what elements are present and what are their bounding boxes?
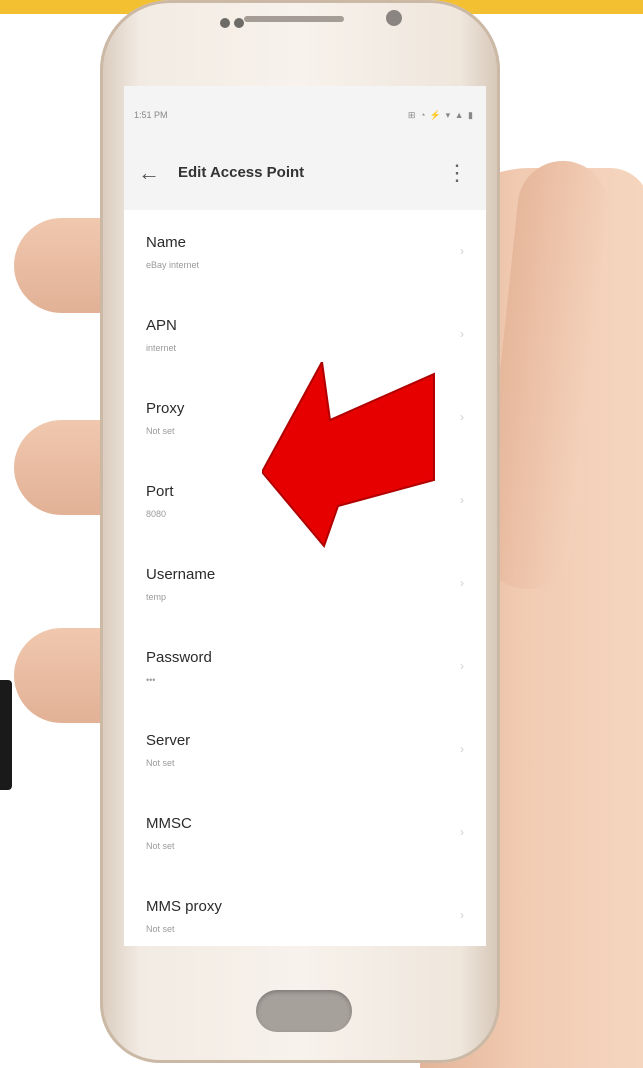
setting-mmsc[interactable]: MMSC Not set ›: [124, 791, 486, 874]
front-camera: [386, 10, 402, 26]
setting-title: Username: [146, 566, 216, 583]
setting-value: eBay internet: [146, 260, 200, 270]
chevron-right-icon: ›: [460, 244, 464, 258]
setting-title: Port: [146, 483, 174, 500]
setting-username[interactable]: Username temp ›: [124, 542, 486, 625]
partial-graphic: [0, 680, 12, 790]
setting-title: MMS proxy: [146, 898, 222, 915]
setting-title: Name: [146, 234, 187, 251]
earpiece-speaker: [244, 16, 344, 22]
status-bar: 1:51 PM ⊞ ◔ ⚡ ▾ ▲ ▮: [124, 86, 486, 138]
chevron-right-icon: ›: [460, 742, 464, 756]
overflow-menu-icon[interactable]: ⋮: [446, 158, 468, 188]
chevron-right-icon: ›: [460, 825, 464, 839]
setting-value: Not set: [146, 426, 175, 436]
setting-value: 8080: [146, 509, 167, 519]
status-icons: ⊞ ◔ ⚡ ▾ ▲ ▮: [407, 110, 474, 120]
chevron-right-icon: ›: [460, 410, 464, 424]
setting-value: •••: [146, 675, 156, 685]
setting-value: Not set: [146, 924, 175, 934]
setting-title: Password: [146, 649, 212, 666]
red-arrow-icon: [262, 362, 435, 548]
setting-mms-proxy[interactable]: MMS proxy Not set ›: [124, 874, 486, 946]
sensor-dot: [220, 18, 230, 28]
setting-title: APN: [146, 317, 177, 334]
back-arrow-icon[interactable]: ←: [138, 158, 160, 188]
sensor-dot: [234, 18, 244, 28]
setting-server[interactable]: Server Not set ›: [124, 708, 486, 791]
chevron-right-icon: ›: [460, 908, 464, 922]
setting-password[interactable]: Password ••• ›: [124, 625, 486, 708]
setting-title: Proxy: [146, 400, 185, 417]
setting-value: Not set: [146, 841, 175, 851]
setting-value: temp: [146, 592, 167, 602]
chevron-right-icon: ›: [460, 327, 464, 341]
setting-title: Server: [146, 732, 191, 749]
chevron-right-icon: ›: [460, 659, 464, 673]
home-button[interactable]: [256, 990, 352, 1032]
app-bar: ← Edit Access Point ⋮: [124, 138, 486, 210]
setting-value: Not set: [146, 758, 175, 768]
page-title: Edit Access Point: [178, 164, 305, 181]
setting-title: MMSC: [146, 815, 192, 832]
settings-list: Name eBay internet › APN internet › Prox…: [124, 210, 486, 946]
arrow-shape: [262, 362, 435, 548]
setting-name[interactable]: Name eBay internet ›: [124, 210, 486, 293]
setting-value: internet: [146, 343, 177, 353]
status-time: 1:51 PM: [134, 110, 168, 120]
chevron-right-icon: ›: [460, 493, 464, 507]
chevron-right-icon: ›: [460, 576, 464, 590]
